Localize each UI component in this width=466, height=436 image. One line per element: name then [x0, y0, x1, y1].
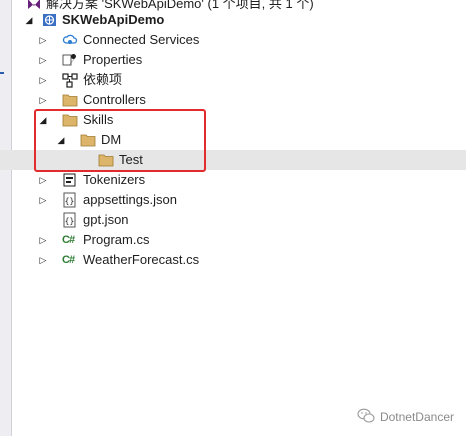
tree-item-gpt-json[interactable]: {} gpt.json [0, 210, 466, 230]
expanded-arrow-icon[interactable]: ◢ [24, 14, 34, 26]
tree-item-label: WeatherForecast.cs [83, 252, 200, 267]
watermark: DotnetDancer [357, 408, 454, 426]
csharp-file-icon: C# [62, 254, 75, 266]
tree-item-properties[interactable]: ▷ Properties [0, 50, 466, 70]
tree-item-label: Properties [83, 52, 143, 67]
wechat-icon [357, 408, 375, 427]
tree-item-label: Tokenizers [83, 172, 146, 187]
tree-item-appsettings[interactable]: ▷ {} appsettings.json [0, 190, 466, 210]
folder-special-icon [62, 172, 78, 188]
tree-item-label: Controllers [83, 92, 146, 107]
tree-item-label: 依赖项 [83, 72, 123, 87]
tree-item-label: appsettings.json [83, 192, 177, 207]
tree-item-tokenizers[interactable]: ▷ Tokenizers [0, 170, 466, 190]
tree-item-label: gpt.json [83, 212, 129, 227]
svg-text:{}: {} [65, 217, 75, 226]
project-label: SKWebApiDemo [62, 12, 165, 27]
collapsed-arrow-icon[interactable]: ▷ [38, 54, 48, 66]
watermark-text: DotnetDancer [379, 410, 454, 424]
web-project-icon [42, 12, 58, 28]
collapsed-arrow-icon[interactable]: ▷ [38, 74, 48, 86]
connected-services-icon [62, 32, 78, 48]
tree-item-controllers[interactable]: ▷ Controllers [0, 90, 466, 110]
svg-text:{}: {} [65, 197, 75, 206]
tree-item-connected-services[interactable]: ▷ Connected Services [0, 30, 466, 50]
collapsed-arrow-icon[interactable]: ▷ [38, 94, 48, 106]
json-file-icon: {} [62, 212, 78, 228]
collapsed-arrow-icon[interactable]: ▷ [38, 174, 48, 186]
json-file-icon: {} [62, 192, 78, 208]
wrench-icon [62, 52, 78, 68]
collapsed-arrow-icon[interactable]: ▷ [38, 34, 48, 46]
collapsed-arrow-icon[interactable]: ▷ [38, 234, 48, 246]
csharp-file-icon: C# [62, 234, 75, 246]
folder-icon [62, 92, 78, 108]
tree-item-weatherforecast-cs[interactable]: ▷ C# WeatherForecast.cs [0, 250, 466, 270]
collapsed-arrow-icon[interactable]: ▷ [38, 194, 48, 206]
tree-item-dependencies[interactable]: ▷ 依赖项 [0, 70, 466, 90]
tree-item-program-cs[interactable]: ▷ C# Program.cs [0, 230, 466, 250]
tree-item-label: Program.cs [83, 232, 150, 247]
dependencies-icon [62, 72, 78, 88]
tree-item-label: Connected Services [83, 32, 200, 47]
collapsed-arrow-icon[interactable]: ▷ [38, 254, 48, 266]
highlight-box [34, 109, 206, 172]
project-row[interactable]: ◢ SKWebApiDemo [0, 10, 466, 30]
